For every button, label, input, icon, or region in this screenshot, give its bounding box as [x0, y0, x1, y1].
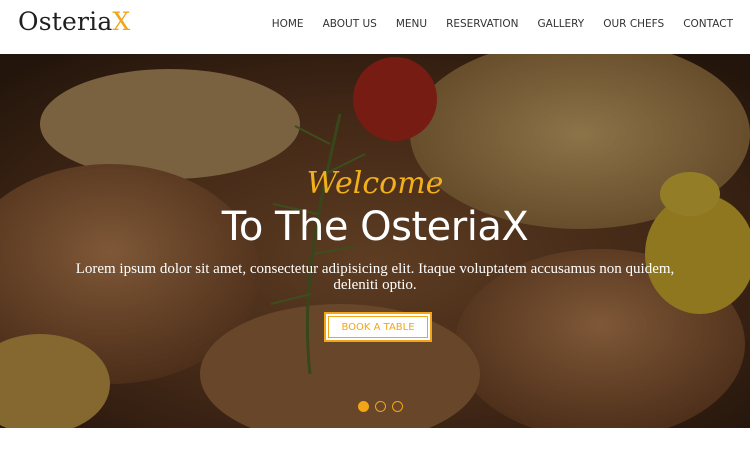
nav-item-menu[interactable]: MENU — [396, 18, 427, 30]
book-a-table-button[interactable]: BOOK A TABLE — [324, 312, 432, 342]
slider-dot-1[interactable] — [358, 401, 369, 412]
site-logo[interactable]: OsteriaX — [18, 7, 130, 36]
slider-dot-3[interactable] — [392, 401, 403, 412]
nav-item-about-us[interactable]: ABOUT US — [323, 18, 377, 30]
book-a-table-label: BOOK A TABLE — [341, 321, 415, 333]
page-content-start — [0, 428, 750, 460]
site-header: OsteriaX HOME ABOUT US MENU RESERVATION … — [0, 0, 750, 54]
slider-dot-2[interactable] — [375, 401, 386, 412]
hero-title: To The OsteriaX — [221, 204, 529, 250]
logo-text: Osteria — [18, 7, 113, 36]
hero-welcome: Welcome — [306, 166, 444, 201]
hero-slider: Welcome To The OsteriaX Lorem ipsum dolo… — [0, 54, 750, 428]
logo-accent: X — [112, 7, 131, 36]
nav-item-home[interactable]: HOME — [272, 18, 304, 30]
nav-item-contact[interactable]: CONTACT — [683, 18, 733, 30]
nav-item-gallery[interactable]: GALLERY — [538, 18, 585, 30]
slider-pagination — [358, 401, 403, 412]
hero-description: Lorem ipsum dolor sit amet, consectetur … — [75, 261, 675, 293]
nav-item-our-chefs[interactable]: OUR CHEFS — [603, 18, 664, 30]
main-nav: HOME ABOUT US MENU RESERVATION GALLERY O… — [253, 18, 733, 30]
nav-item-reservation[interactable]: RESERVATION — [446, 18, 518, 30]
